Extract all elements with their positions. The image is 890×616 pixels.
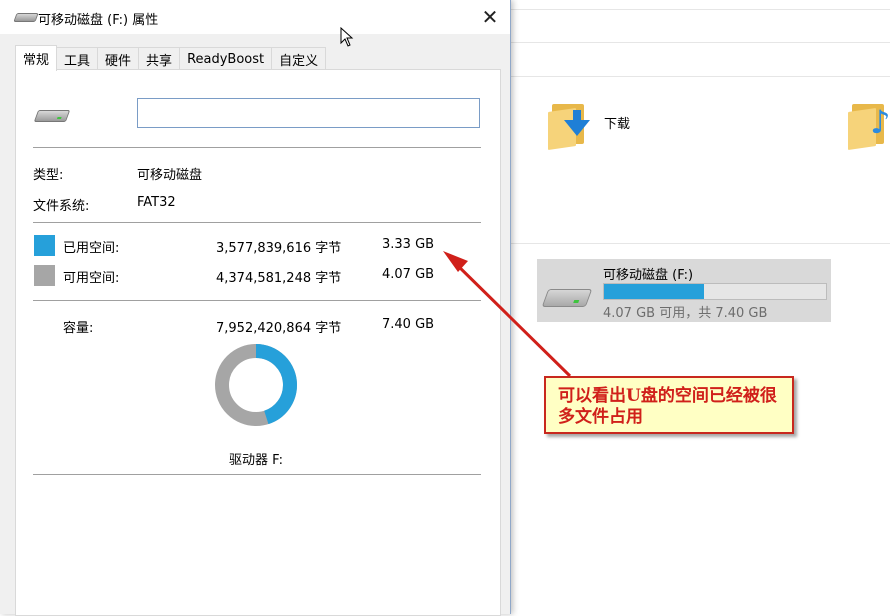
drive-icon: [13, 13, 39, 22]
explorer-divider: [510, 42, 890, 43]
filesystem-value: FAT32: [137, 195, 176, 210]
drive-tile-f[interactable]: 可移动磁盘 (F:) 4.07 GB 可用，共 7.40 GB: [537, 259, 831, 322]
removable-drive-icon: [541, 289, 593, 307]
drive-tile-status: 4.07 GB 可用，共 7.40 GB: [603, 306, 768, 321]
tab-customize[interactable]: 自定义: [271, 47, 327, 70]
folder-label: 下载: [604, 116, 631, 132]
used-space-size: 3.33 GB: [382, 237, 435, 252]
capacity-size: 7.40 GB: [382, 317, 435, 332]
free-space-bytes: 4,374,581,248 字节: [216, 271, 342, 286]
music-folder-icon: ♪: [848, 100, 890, 150]
properties-dialog: 可移动磁盘 (F:) 属性 ✕ 常规 工具 硬件 共享 ReadyBoost 自…: [0, 0, 511, 616]
drive-tile-name: 可移动磁盘 (F:): [603, 268, 694, 283]
tab-tools[interactable]: 工具: [56, 47, 99, 70]
annotation-callout: 可以看出U盘的空间已经被很多文件占用: [544, 376, 794, 434]
filesystem-label: 文件系统:: [33, 199, 90, 214]
dialog-titlebar[interactable]: 可移动磁盘 (F:) 属性 ✕: [0, 0, 510, 34]
tab-hardware[interactable]: 硬件: [97, 47, 140, 70]
volume-label-input[interactable]: [137, 98, 480, 128]
annotation-text: 可以看出U盘的空间已经被很多文件占用: [558, 386, 777, 427]
close-icon: ✕: [481, 5, 499, 29]
removable-drive-icon: [33, 110, 71, 122]
explorer-divider: [510, 9, 890, 10]
folder-item-downloads[interactable]: 下载: [548, 100, 630, 150]
used-space-swatch: [34, 235, 55, 256]
separator: [33, 474, 481, 475]
type-value: 可移动磁盘: [137, 168, 203, 183]
explorer-divider: [510, 243, 890, 244]
drive-letter-label: 驱动器 F:: [229, 453, 283, 468]
tab-readyboost[interactable]: ReadyBoost: [179, 47, 273, 70]
usage-donut-chart: [215, 344, 297, 426]
mouse-cursor-icon: [340, 27, 354, 47]
free-space-swatch: [34, 265, 55, 286]
dialog-title: 可移动磁盘 (F:) 属性: [38, 13, 159, 28]
tab-sharing[interactable]: 共享: [138, 47, 181, 70]
used-space-bytes: 3,577,839,616 字节: [216, 241, 342, 256]
download-folder-icon: [548, 100, 592, 150]
drive-usage-bar: [603, 283, 827, 300]
general-panel: 类型: 可移动磁盘 文件系统: FAT32 已用空间: 3,577,839,61…: [15, 69, 501, 616]
capacity-label: 容量:: [63, 321, 94, 336]
folder-item-music[interactable]: ♪: [848, 100, 890, 150]
close-button[interactable]: ✕: [470, 0, 510, 34]
separator: [33, 147, 481, 148]
used-space-label: 已用空间:: [63, 241, 120, 256]
capacity-bytes: 7,952,420,864 字节: [216, 321, 342, 336]
tab-general[interactable]: 常规: [15, 45, 58, 71]
explorer-divider: [510, 76, 890, 77]
free-space-label: 可用空间:: [63, 271, 120, 286]
type-label: 类型:: [33, 168, 64, 183]
tab-strip: 常规 工具 硬件 共享 ReadyBoost 自定义: [15, 45, 327, 71]
separator: [33, 222, 481, 223]
free-space-size: 4.07 GB: [382, 267, 435, 282]
separator: [33, 300, 481, 301]
drive-usage-fill: [604, 284, 704, 299]
